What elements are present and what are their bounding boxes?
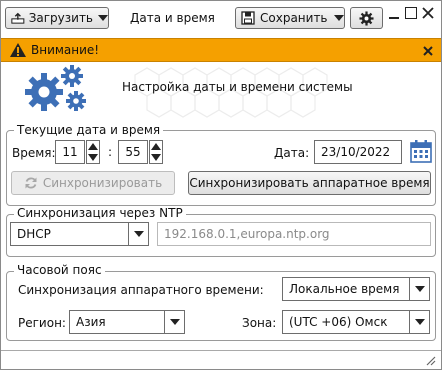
ntp-mode-select[interactable]: DHCP xyxy=(10,222,149,246)
close-button[interactable] xyxy=(421,6,435,20)
chevron-down-icon xyxy=(333,15,344,21)
zone-select[interactable]: (UTC +06) Омск xyxy=(282,310,430,334)
hw-sync-select[interactable]: Локальное время xyxy=(282,277,430,301)
date-label: Дата: xyxy=(274,146,310,160)
resize-grip-icon[interactable] xyxy=(424,354,436,366)
maximize-button[interactable] xyxy=(405,7,417,19)
chevron-up-icon xyxy=(88,143,98,150)
sync-hardware-label: Синхронизировать аппаратное время xyxy=(189,176,430,190)
hours-value: 11 xyxy=(62,145,78,159)
load-button[interactable]: Загрузить xyxy=(5,7,109,29)
zone-value: (UTC +06) Омск xyxy=(289,315,388,329)
time-label: Время: xyxy=(12,146,56,160)
time-separator: : xyxy=(108,145,113,159)
save-button[interactable]: Сохранить xyxy=(235,7,345,29)
gears-icon xyxy=(25,65,86,111)
sync-label: Синхронизировать xyxy=(42,176,163,190)
maximize-icon xyxy=(405,7,417,19)
minutes-stepper[interactable] xyxy=(149,140,163,164)
region-select[interactable]: Азия xyxy=(69,310,185,334)
chevron-up-icon xyxy=(151,143,161,150)
close-icon xyxy=(422,7,434,19)
alert-bar: Внимание! xyxy=(1,38,441,62)
date-input[interactable]: 23/10/2022 xyxy=(314,140,402,164)
datetime-legend: Текущие дата и время xyxy=(14,123,164,137)
load-label: Загрузить xyxy=(28,11,93,25)
ntp-mode-value: DHCP xyxy=(17,227,51,241)
hours-stepper[interactable] xyxy=(86,140,100,164)
timezone-legend: Часовой пояс xyxy=(14,263,105,277)
refresh-icon xyxy=(25,177,37,189)
chevron-down-icon xyxy=(151,154,161,161)
header-text: Настройка даты и времени системы xyxy=(122,80,353,94)
alert-text: Внимание! xyxy=(31,43,100,57)
zone-label: Зона: xyxy=(242,316,277,330)
status-bar xyxy=(1,350,441,369)
minutes-value: 55 xyxy=(125,145,141,159)
ntp-legend: Синхронизация через NTP xyxy=(14,206,186,220)
hexagon-pattern xyxy=(134,67,328,118)
chevron-down-icon xyxy=(164,311,184,333)
ntp-servers-input[interactable]: 192.168.0.1,europa.ntp.org xyxy=(157,222,431,246)
warning-icon xyxy=(10,43,26,57)
minutes-input[interactable]: 55 xyxy=(118,140,148,164)
hours-input[interactable]: 11 xyxy=(55,140,85,164)
sync-button[interactable]: Синхронизировать xyxy=(11,171,175,195)
gear-icon xyxy=(359,10,374,26)
minimize-icon xyxy=(389,17,399,19)
chevron-down-icon xyxy=(409,278,429,300)
settings-button[interactable] xyxy=(350,7,383,29)
calendar-icon[interactable] xyxy=(410,139,432,163)
save-icon xyxy=(241,11,255,25)
window-title: Дата и время xyxy=(130,11,215,25)
upload-icon xyxy=(11,12,25,24)
minimize-button[interactable] xyxy=(388,8,400,20)
chevron-down-icon xyxy=(128,223,148,245)
date-value: 23/10/2022 xyxy=(321,145,391,159)
chevron-down-icon xyxy=(409,311,429,333)
region-value: Азия xyxy=(76,315,106,329)
hw-sync-value: Локальное время xyxy=(289,282,400,296)
ntp-servers-value: 192.168.0.1,europa.ntp.org xyxy=(164,227,330,241)
region-label: Регион: xyxy=(18,316,66,330)
save-label: Сохранить xyxy=(260,11,328,25)
close-icon[interactable] xyxy=(423,46,433,56)
chevron-down-icon xyxy=(98,15,108,21)
hw-sync-label: Синхронизация аппаратного времени: xyxy=(18,283,264,297)
chevron-down-icon xyxy=(88,154,98,161)
sync-hardware-button[interactable]: Синхронизировать аппаратное время xyxy=(188,171,431,195)
